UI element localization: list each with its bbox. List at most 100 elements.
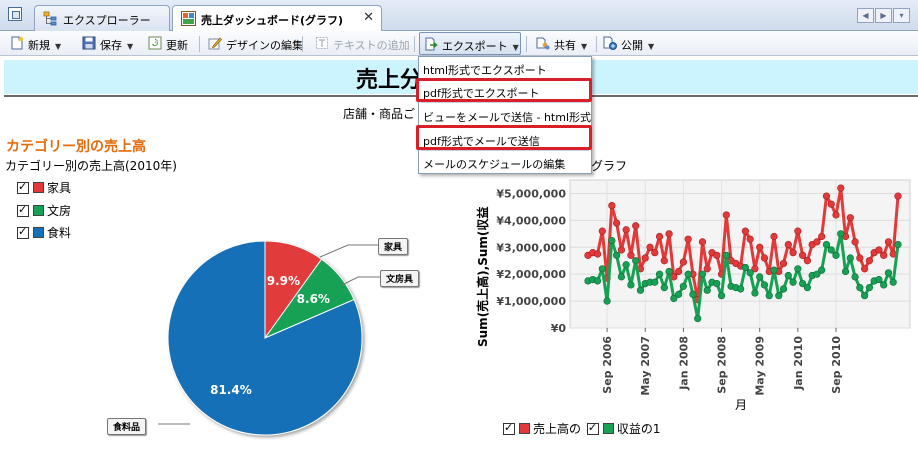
y-axis-title: Sum(売上高),Sum(収益 [475,207,490,347]
data-point [818,232,826,241]
data-point [679,258,687,266]
highlight-box-export-pdf [416,78,592,102]
menu-item-email-html[interactable]: ビューをメールで送信 - html形式 [423,109,591,125]
legend-checkbox[interactable] [503,421,515,435]
data-point [861,292,869,300]
data-point [837,184,845,192]
data-point [651,249,659,257]
data-point [889,278,897,286]
data-point [613,251,621,259]
data-point [884,238,893,246]
export-menu: html形式でエクスポート pdf形式でエクスポート ビューをメールで送信 - … [418,56,592,174]
data-point [880,281,888,289]
data-point [598,265,606,273]
data-point [698,270,707,278]
data-point [646,243,654,251]
data-point [722,211,730,219]
data-point [851,273,859,281]
data-point [799,251,807,259]
data-point [655,232,664,241]
data-point [803,257,811,265]
line-legend-item-sales[interactable]: 売上高の [503,421,582,436]
data-point [756,273,764,281]
legend-label: 売上高の [533,422,582,436]
menu-item-export-html[interactable]: html形式でエクスポート [423,62,547,78]
x-tick-label: May 2009 [754,336,767,396]
data-point [679,282,687,290]
y-tick-label: ¥4,000,000 [496,214,566,227]
data-point [627,281,635,289]
data-point [856,254,864,262]
data-point [832,211,840,219]
data-point [822,192,831,200]
data-point [875,246,883,254]
data-point [617,246,625,254]
data-point [822,240,831,249]
data-point [613,219,621,227]
data-point [632,222,640,230]
x-tick-label: May 2007 [639,336,652,396]
data-point [832,251,840,259]
x-tick-label: Sep 2006 [601,336,614,394]
data-point [636,286,645,294]
data-point [627,251,635,259]
line-legend-item-profit[interactable]: 収益の1 [586,421,661,436]
data-point [622,226,630,234]
data-point [856,284,864,292]
data-point [717,292,726,300]
data-point [593,277,602,285]
data-point [760,254,769,262]
data-point [632,257,640,265]
data-point [789,278,797,286]
legend-checkbox[interactable] [586,421,599,435]
data-point [675,267,683,276]
data-point [894,240,902,249]
data-point [608,236,616,245]
data-point [813,238,821,246]
legend-swatch [602,423,614,434]
data-point [865,257,873,265]
menu-item-edit-schedule[interactable]: メールのスケジュールの編集 [423,156,565,172]
x-tick-label: Sep 2010 [830,336,843,394]
data-point [760,281,769,289]
data-point [622,261,630,269]
data-point [794,227,802,235]
data-point [803,284,811,292]
data-point [665,267,673,276]
data-point [660,257,668,265]
data-point [884,269,893,277]
data-point [703,286,711,294]
data-point [789,249,797,257]
data-point [846,254,854,262]
data-point [827,246,835,254]
legend-swatch [519,423,530,434]
data-point [765,292,773,300]
data-point [865,284,873,292]
data-point [722,251,730,259]
line-legend: 売上高の 収益の1 [503,420,660,437]
legend-label: 収益の1 [616,422,661,436]
data-point [684,270,692,278]
data-point [746,235,754,243]
data-point [770,232,778,241]
data-point [770,266,778,274]
data-point [651,278,659,286]
data-point [675,290,683,298]
data-point [617,273,625,281]
y-tick-label: ¥1,000,000 [496,295,566,308]
data-point [655,270,664,278]
data-point [684,235,692,243]
data-point [779,285,788,293]
y-tick-label: ¥2,000,000 [496,268,566,281]
data-point [689,290,697,298]
data-point [598,227,606,235]
y-tick-label: ¥0 [551,322,567,335]
data-point [784,240,792,249]
data-point [593,250,602,258]
data-point [775,292,783,300]
data-point [694,314,702,323]
x-tick-label: Jan 2008 [677,336,690,391]
data-point [741,227,749,235]
data-point [665,230,673,238]
data-point [861,265,869,273]
